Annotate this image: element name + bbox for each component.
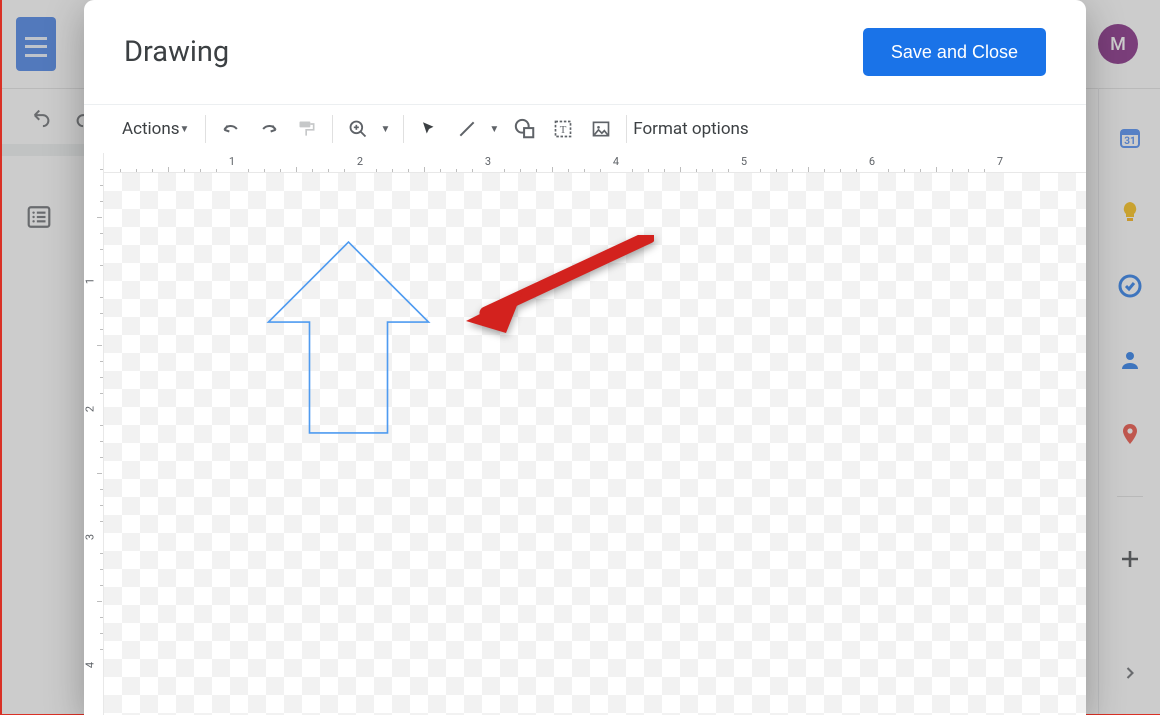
ruler-number: 3 <box>485 155 491 168</box>
ruler-number: 4 <box>613 155 619 168</box>
chevron-down-icon[interactable]: ▼ <box>489 124 499 135</box>
drawing-dialog: Drawing Save and Close Actions ▼ ▼ ▼ T <box>84 0 1086 715</box>
ruler-number: 4 <box>84 662 97 668</box>
ruler-number: 5 <box>741 155 747 168</box>
textbox-tool[interactable]: T <box>551 117 575 141</box>
select-tool[interactable] <box>417 117 441 141</box>
up-arrow-shape[interactable] <box>266 240 431 435</box>
shape-tool[interactable] <box>513 117 537 141</box>
ruler-number: 2 <box>357 155 363 168</box>
toolbar-separator <box>626 115 627 143</box>
save-and-close-button[interactable]: Save and Close <box>863 28 1046 76</box>
annotation-red-arrow-icon <box>464 235 654 335</box>
undo-button[interactable] <box>219 117 243 141</box>
vertical-ruler: 1 2 3 4 <box>84 153 104 715</box>
dialog-header: Drawing Save and Close <box>84 0 1086 105</box>
chevron-down-icon[interactable]: ▼ <box>380 124 390 135</box>
format-options-button[interactable]: Format options <box>633 119 748 139</box>
ruler-number: 6 <box>869 155 875 168</box>
ruler-number: 2 <box>84 406 97 412</box>
zoom-button[interactable] <box>346 117 370 141</box>
ruler-number: 1 <box>84 278 97 284</box>
drawing-canvas[interactable] <box>104 173 1086 715</box>
drawing-toolbar: Actions ▼ ▼ ▼ T Format options <box>84 105 1086 153</box>
redo-button[interactable] <box>257 117 281 141</box>
actions-menu[interactable]: Actions ▼ <box>122 119 189 139</box>
line-tool[interactable] <box>455 117 479 141</box>
svg-text:T: T <box>560 124 567 136</box>
actions-label: Actions <box>122 119 180 139</box>
ruler-number: 1 <box>229 155 235 168</box>
paint-format-button <box>295 117 319 141</box>
horizontal-ruler: 1 2 3 4 5 6 7 <box>104 153 1086 173</box>
dialog-title: Drawing <box>124 35 229 69</box>
chevron-down-icon: ▼ <box>180 124 190 135</box>
canvas-area: 1 2 3 4 1 2 3 4 5 6 7 <box>84 153 1086 715</box>
image-tool[interactable] <box>589 117 613 141</box>
ruler-number: 7 <box>997 155 1003 168</box>
ruler-number: 3 <box>84 534 97 540</box>
